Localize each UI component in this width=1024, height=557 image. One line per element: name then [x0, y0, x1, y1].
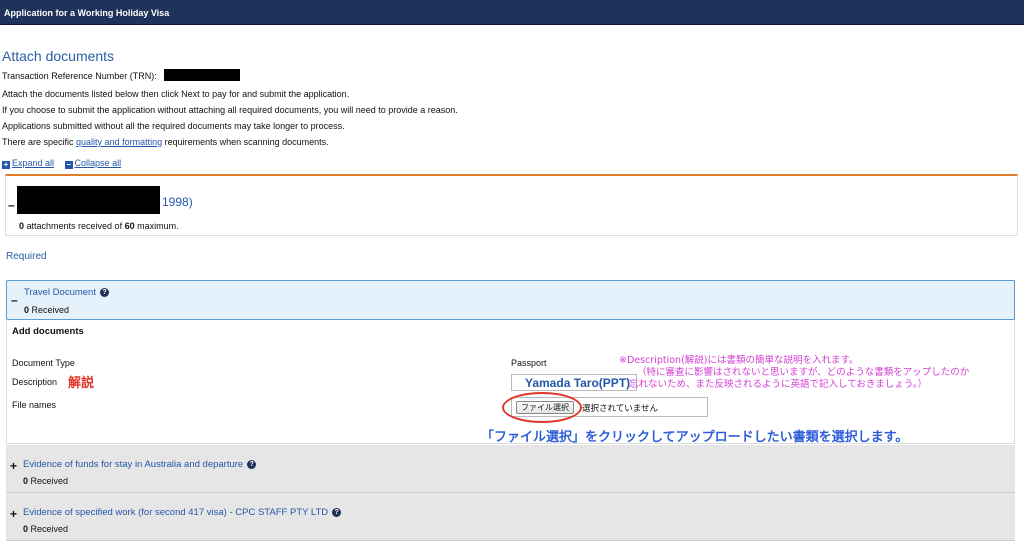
section-title-text[interactable]: Evidence of specified work (for second 4… [23, 507, 328, 518]
instruction-2: If you choose to submit the application … [2, 105, 458, 115]
section-title-text[interactable]: Evidence of funds for stay in Australia … [23, 459, 243, 470]
description-annotation: 解説 [68, 375, 95, 390]
help-icon[interactable]: ? [247, 460, 257, 469]
instruction-3: Applications submitted without all the r… [2, 121, 345, 131]
instruction-1: Attach the documents listed below then c… [2, 89, 350, 99]
app-header: Application for a Working Holiday Visa [0, 0, 1024, 25]
scan-requirements: There are specific quality and formattin… [2, 137, 329, 147]
applicant-name-suffix[interactable]: 1998) [162, 195, 193, 209]
description-label: Description [12, 377, 58, 387]
help-icon[interactable]: ? [99, 288, 109, 297]
section-received: 0 Received [23, 524, 68, 534]
plus-square-icon: + [2, 160, 10, 169]
attachments-suffix: maximum. [134, 221, 179, 231]
section-toggle[interactable]: – [11, 293, 18, 307]
section-received: 0 Received [23, 476, 68, 486]
attachment-count: 0 attachments received of 60 maximum. [19, 221, 179, 231]
section-toggle[interactable]: + [10, 507, 17, 521]
highlight-circle [502, 392, 582, 423]
section-toggle[interactable]: + [10, 459, 17, 473]
choose-file-instruction-annotation: 「ファイル選択」をクリックしてアップロードしたい書類を選択します。 [481, 430, 909, 445]
quality-formatting-link[interactable]: quality and formatting [76, 137, 162, 147]
document-type-label: Document Type [12, 358, 75, 368]
scan-prefix: There are specific [2, 137, 77, 147]
collapse-all-link[interactable]: Collapse all [75, 158, 122, 168]
section-evidence-of-funds[interactable]: + Evidence of funds for stay in Australi… [6, 445, 1015, 493]
applicant-name-redacted [17, 186, 160, 214]
add-documents-heading: Add documents [12, 326, 84, 337]
app-title: Application for a Working Holiday Visa [4, 8, 170, 18]
attachments-mid: attachments received of [24, 221, 125, 231]
document-type-value: Passport [511, 358, 547, 368]
file-names-label: File names [12, 400, 57, 410]
section-received: 0 Received [24, 305, 69, 315]
minus-square-icon: − [64, 160, 73, 169]
help-icon[interactable]: ? [332, 508, 342, 517]
description-input-value: Yamada Taro(PPT) [525, 376, 631, 390]
received-label: Received [28, 524, 69, 534]
section-travel-document[interactable]: – Travel Document? 0 Received [6, 280, 1015, 320]
section-title-text[interactable]: Travel Document [24, 287, 96, 298]
applicant-panel: – 1998) 0 attachments received of 60 max… [5, 174, 1018, 236]
expand-all-link[interactable]: Expand all [12, 158, 54, 168]
received-label: Received [29, 305, 70, 315]
note-line: ※Description(解説)には書類の簡単な説明を入れます。 [619, 355, 859, 366]
trn-redacted-value [164, 69, 240, 81]
section-title[interactable]: Travel Document? [24, 287, 109, 298]
applicant-collapse-toggle[interactable]: – [8, 198, 15, 212]
note-line: 忘れないため、また反映されるように英語で記入しておきましょう。） [629, 379, 928, 390]
no-file-selected-text: 選択されていません [582, 404, 658, 414]
section-title[interactable]: Evidence of funds for stay in Australia … [23, 459, 257, 470]
expand-collapse-controls: + Expand all − Collapse all [2, 158, 129, 169]
scan-suffix: requirements when scanning documents. [162, 137, 329, 147]
required-heading: Required [6, 251, 47, 262]
section-evidence-of-work[interactable]: + Evidence of specified work (for second… [6, 493, 1015, 541]
page-title: Attach documents [2, 48, 115, 64]
trn-label: Transaction Reference Number (TRN): [2, 71, 157, 81]
received-label: Received [28, 476, 69, 486]
section-title[interactable]: Evidence of specified work (for second 4… [23, 507, 342, 518]
attachments-max: 60 [124, 221, 135, 231]
note-line: （特に審査に影響はされないと思いますが、どのような書類をアップしたのか [637, 367, 970, 378]
description-note-annotation: ※Description(解説)には書類の簡単な説明を入れます。 （特に審査に影… [619, 355, 969, 391]
